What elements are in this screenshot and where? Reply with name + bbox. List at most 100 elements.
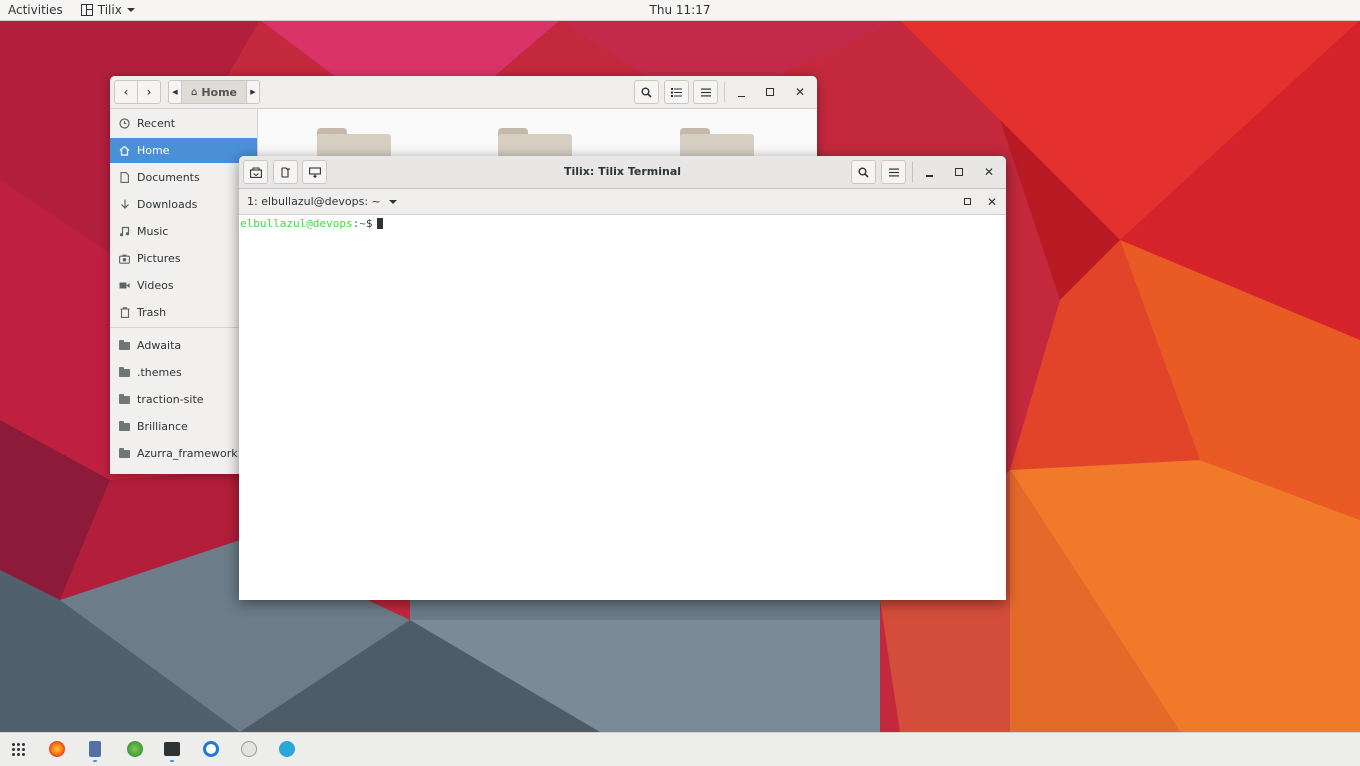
maximize-icon (955, 168, 963, 176)
globe-icon[interactable] (127, 741, 143, 757)
dock (0, 732, 1360, 766)
audio-icon[interactable] (279, 741, 295, 757)
sidebar-item-documents[interactable]: Documents (110, 165, 257, 190)
sidebar-item-music[interactable]: Music (110, 219, 257, 244)
maximize-button[interactable] (947, 160, 971, 184)
close-icon: ✕ (986, 194, 998, 209)
notes-icon[interactable] (89, 741, 101, 757)
header-separator (912, 162, 913, 182)
activities-button[interactable]: Activities (8, 3, 63, 17)
close-button[interactable]: ✕ (788, 80, 812, 104)
view-list-button[interactable] (664, 80, 689, 104)
forward-button[interactable]: › (137, 80, 161, 104)
add-terminal-down-button[interactable] (302, 160, 327, 184)
session-switcher-button[interactable] (243, 160, 268, 184)
sidebar-item-label: Music (137, 225, 169, 238)
chevron-left-icon: ‹ (123, 85, 129, 99)
running-indicator (170, 760, 174, 762)
minimize-button[interactable] (917, 160, 941, 184)
maximize-button[interactable] (758, 80, 782, 104)
folder-item[interactable] (498, 128, 572, 164)
prompt-symbol: $ (365, 217, 373, 230)
home-icon: ⌂ (190, 86, 198, 98)
clock[interactable]: Thu 11:17 (0, 3, 1360, 17)
maximize-icon (963, 198, 971, 205)
sidebar-item-pictures[interactable]: Pictures (110, 246, 257, 271)
sidebar-item-label: Downloads (137, 198, 198, 211)
chevron-down-icon (126, 8, 135, 12)
terminal-maximize-button[interactable] (955, 189, 979, 214)
sidebar-item-label: Azurra_framework (137, 447, 238, 460)
path-scroll-left-button[interactable]: ◀ (168, 80, 182, 104)
app-menu[interactable]: Tilix (80, 3, 135, 17)
terminal-area[interactable]: elbullazul@devops:~ $ (239, 215, 1006, 600)
terminal-close-button[interactable]: ✕ (980, 189, 1004, 214)
sidebar-item-azurra-framework[interactable]: Azurra_framework (110, 441, 257, 466)
header-separator (724, 82, 725, 102)
menu-button[interactable] (693, 80, 718, 104)
minimize-icon (925, 175, 933, 177)
sidebar-item-label: Videos (137, 279, 174, 292)
download-icon (119, 199, 130, 210)
tilix-app-icon (80, 4, 93, 16)
search-button[interactable] (634, 80, 659, 104)
breadcrumb-home[interactable]: ⌂ Home (181, 80, 247, 104)
sidebar-item-label: Trash (137, 306, 167, 319)
music-icon (119, 226, 130, 237)
sidebar-item-themes[interactable]: .themes (110, 360, 257, 385)
sidebar-item-home[interactable]: Home (110, 138, 257, 163)
close-button[interactable]: ✕ (977, 160, 1001, 184)
triangle-right-icon: ▶ (250, 88, 256, 96)
prompt-line: elbullazul@devops:~ $ (240, 217, 384, 230)
clock-icon (119, 118, 130, 129)
prompt-path: :~ (352, 217, 366, 230)
files-headerbar: ‹ › ◀ ⌂ Home ▶ ✕ (110, 76, 817, 109)
chevron-right-icon: › (146, 85, 152, 99)
sidebar-item-label: Documents (137, 171, 200, 184)
close-icon: ✕ (794, 85, 806, 99)
folder-item[interactable] (680, 128, 754, 164)
folder-icon (119, 420, 130, 431)
prompt-user: elbullazul@devops (240, 217, 353, 230)
document-icon (119, 172, 130, 183)
sidebar-item-adwaita[interactable]: Adwaita (110, 333, 257, 358)
back-button[interactable]: ‹ (114, 80, 138, 104)
screenshot-icon[interactable] (241, 741, 257, 757)
sidebar-item-label: Recent (137, 117, 176, 130)
sidebar-item-label: Brilliance (137, 420, 188, 433)
trash-icon (119, 307, 130, 318)
sidebar-item-brilliance[interactable]: Brilliance (110, 414, 257, 439)
minimize-button[interactable] (729, 80, 753, 104)
sidebar-toggle-icon (249, 166, 262, 178)
close-icon: ✕ (983, 165, 995, 179)
sidebar-item-traction-site[interactable]: traction-site (110, 387, 257, 412)
split-down-icon (308, 166, 321, 178)
find-button[interactable] (851, 160, 876, 184)
sidebar-item-downloads[interactable]: Downloads (110, 192, 257, 217)
camera-icon (119, 253, 130, 264)
apps-grid-icon[interactable] (12, 743, 25, 756)
folder-icon (119, 447, 130, 458)
breadcrumb-home-label: Home (201, 85, 238, 99)
sidebar-item-trash[interactable]: Trash (110, 300, 257, 325)
minimize-icon (737, 95, 745, 97)
running-indicator (93, 760, 97, 762)
triangle-left-icon: ◀ (172, 88, 178, 96)
terminal-title-menu[interactable]: 1: elbullazul@devops: ~ (247, 195, 397, 208)
sidebar-item-recent[interactable]: Recent (110, 111, 257, 136)
menu-button[interactable] (881, 160, 906, 184)
sidebar-separator (110, 327, 257, 328)
folder-icon (119, 366, 130, 377)
firefox-icon[interactable] (49, 741, 65, 757)
sidebar-item-label: Pictures (137, 252, 181, 265)
terminal-icon[interactable] (164, 742, 180, 756)
home-icon (119, 145, 130, 156)
app-menu-label: Tilix (97, 3, 122, 17)
add-terminal-right-button[interactable] (273, 160, 298, 184)
clock-app-icon[interactable] (203, 741, 219, 757)
folder-item[interactable] (317, 128, 391, 164)
chevron-down-icon (388, 199, 397, 204)
hamburger-icon (888, 168, 899, 176)
path-scroll-right-button[interactable]: ▶ (246, 80, 260, 104)
sidebar-item-videos[interactable]: Videos (110, 273, 257, 298)
